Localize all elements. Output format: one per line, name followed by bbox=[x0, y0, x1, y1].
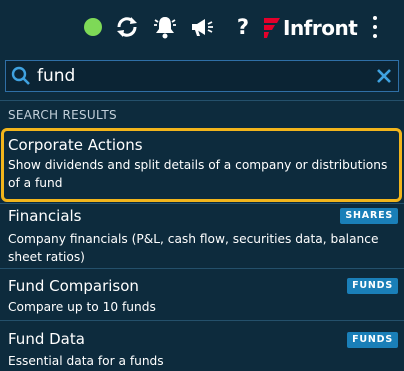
search-bar[interactable] bbox=[5, 60, 399, 92]
result-title: Fund Comparison bbox=[8, 277, 139, 295]
category-badge: FUNDS bbox=[347, 278, 398, 294]
sync-icon[interactable] bbox=[114, 14, 140, 40]
result-item-fund-comparison[interactable]: Fund Comparison FUNDS Compare up to 10 f… bbox=[0, 269, 404, 319]
brand-name: Infront bbox=[283, 16, 358, 40]
search-icon bbox=[11, 66, 30, 85]
result-description: Company financials (P&L, cash flow, secu… bbox=[8, 232, 379, 264]
infront-logo-icon bbox=[264, 18, 280, 38]
result-description: Essential data for a funds bbox=[8, 354, 164, 368]
top-toolbar: ? Infront bbox=[0, 0, 404, 54]
category-badge: SHARES bbox=[340, 208, 398, 224]
result-title: Financials bbox=[8, 207, 82, 225]
section-title: SEARCH RESULTS bbox=[8, 108, 117, 122]
kebab-menu-icon[interactable] bbox=[368, 16, 382, 38]
close-icon[interactable] bbox=[376, 68, 392, 84]
category-badge: FUNDS bbox=[347, 332, 398, 348]
divider bbox=[0, 100, 404, 101]
search-input[interactable] bbox=[37, 62, 357, 90]
bell-icon[interactable] bbox=[152, 14, 178, 40]
result-item-fund-data[interactable]: Fund Data FUNDS Essential data for a fun… bbox=[0, 321, 404, 371]
selection-highlight bbox=[1, 128, 402, 202]
result-description: Compare up to 10 funds bbox=[8, 300, 156, 314]
brand-logo[interactable]: Infront bbox=[263, 14, 358, 42]
help-icon[interactable]: ? bbox=[230, 14, 256, 40]
online-status-dot bbox=[84, 18, 102, 36]
result-item-financials[interactable]: Financials SHARES Company financials (P&… bbox=[0, 204, 404, 268]
megaphone-icon[interactable] bbox=[188, 14, 214, 40]
result-title: Fund Data bbox=[8, 330, 85, 348]
